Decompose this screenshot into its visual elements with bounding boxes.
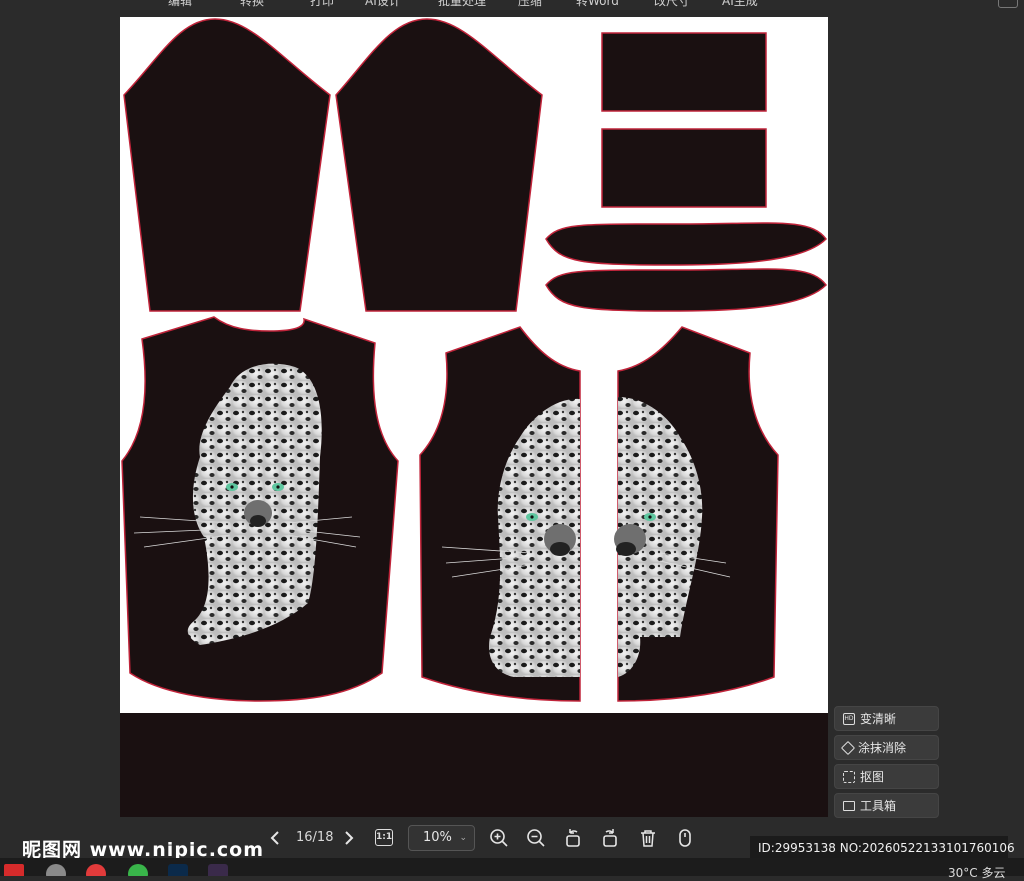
collar-band-bottom	[545, 268, 827, 312]
image-id-label: ID:29953138 NO:20260522133101760106	[750, 836, 1015, 860]
rotate-left-icon[interactable]	[562, 827, 584, 849]
toolbar-ai-generate[interactable]: AI生成	[722, 0, 758, 9]
zoom-out-icon[interactable]	[525, 827, 547, 849]
garment-pattern-image	[121, 18, 827, 702]
enhance-label: 变清晰	[860, 712, 897, 726]
pocket-panel-bottom	[601, 128, 767, 208]
eraser-icon	[840, 740, 856, 755]
windows-taskbar	[0, 858, 1024, 876]
app-icon-6[interactable]	[208, 864, 228, 876]
weather-widget[interactable]: 30°C 多云	[948, 864, 1005, 881]
toolbar-convert[interactable]: 转换	[240, 0, 264, 9]
toolbox-icon	[843, 800, 855, 811]
toolbar-batch[interactable]: 批量处理	[438, 0, 486, 9]
toolbar-edit[interactable]: 编辑	[168, 0, 192, 9]
erase-button[interactable]: 涂抹消除	[834, 735, 939, 760]
zoom-in-icon[interactable]	[488, 827, 510, 849]
toolbox-button[interactable]: 工具箱	[834, 793, 939, 818]
app-icon-2[interactable]	[46, 864, 66, 876]
toolbar-print[interactable]: 打印	[310, 0, 334, 9]
top-toolbar: 编辑 转换 打印 AI设计 批量处理 压缩 转Word 改尺寸 AI生成	[0, 0, 1024, 12]
app-icon-3[interactable]	[86, 864, 106, 876]
sleeve-left	[123, 18, 331, 312]
rotate-right-icon[interactable]	[599, 827, 621, 849]
chevron-right-icon	[345, 831, 354, 845]
delete-icon[interactable]	[637, 827, 659, 849]
zoom-select[interactable]: 10% ⌄	[408, 825, 475, 851]
window-corner-button[interactable]	[998, 0, 1018, 8]
zoom-value: 10%	[423, 830, 452, 845]
chevron-left-icon	[270, 831, 279, 845]
app-icon-1[interactable]	[4, 864, 24, 876]
enhance-button[interactable]: HD 变清晰	[834, 706, 939, 731]
app-icon-4[interactable]	[128, 864, 148, 876]
pocket-panel-top	[601, 32, 767, 112]
toolbox-label: 工具箱	[860, 799, 897, 813]
cutout-button[interactable]: 抠图	[834, 764, 939, 789]
actual-size-button[interactable]: 1:1	[375, 829, 393, 846]
photoshop-icon[interactable]	[168, 864, 188, 876]
cutout-icon	[843, 770, 855, 783]
collar-band-top	[545, 222, 827, 266]
next-image-button[interactable]	[338, 828, 358, 848]
image-bottom-dark-area	[120, 713, 828, 817]
toolbar-to-word[interactable]: 转Word	[576, 0, 619, 9]
sleeve-right	[335, 18, 543, 312]
toolbar-ai-design[interactable]: AI设计	[365, 0, 401, 9]
image-canvas	[120, 17, 828, 713]
hd-icon: HD	[843, 712, 855, 725]
chevron-down-icon: ⌄	[459, 833, 467, 843]
page-counter: 16/18	[296, 830, 334, 845]
erase-label: 涂抹消除	[858, 741, 907, 755]
cutout-label: 抠图	[860, 770, 885, 784]
previous-image-button[interactable]	[266, 828, 286, 848]
mouse-icon[interactable]	[674, 827, 696, 849]
toolbar-resize[interactable]: 改尺寸	[654, 0, 690, 9]
toolbar-compress[interactable]: 压缩	[518, 0, 542, 9]
